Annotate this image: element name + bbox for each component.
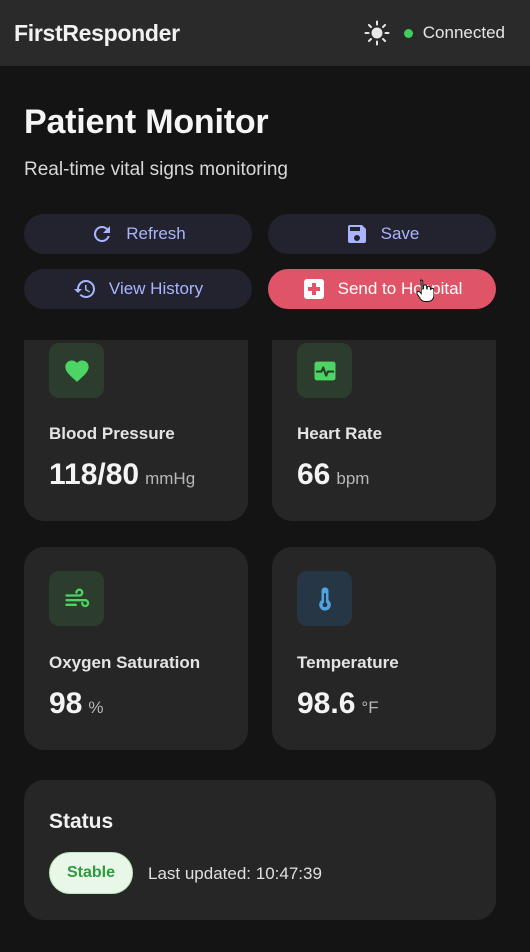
send-to-hospital-button[interactable]: Send to Hospital <box>268 269 496 309</box>
vital-label: Oxygen Saturation <box>49 653 201 672</box>
vital-card-temperature: Temperature 98.6 °F <box>272 547 496 750</box>
app-title: FirstResponder <box>14 19 180 46</box>
hand-cursor-icon <box>416 279 434 302</box>
vital-unit: % <box>88 698 104 717</box>
sun-icon[interactable] <box>364 20 390 46</box>
top-app-bar: FirstResponder Connected <box>0 0 530 66</box>
save-button[interactable]: Save <box>268 214 496 254</box>
page-title: Patient Monitor <box>24 103 269 141</box>
history-icon <box>73 280 95 298</box>
connection-status: Connected <box>364 20 505 46</box>
wind-icon <box>64 588 89 607</box>
view-history-button[interactable]: View History <box>24 269 252 309</box>
heart-rate-icon-box <box>297 343 352 398</box>
page-subtitle: Real-time vital signs monitoring <box>24 159 288 180</box>
connection-dot <box>403 28 413 38</box>
vital-card-oxygen-saturation: Oxygen Saturation 98 % <box>24 547 248 750</box>
vital-value: 118/80 <box>49 458 140 491</box>
vital-card-blood-pressure: Blood Pressure 118/80 mmHg <box>24 340 248 521</box>
blood-pressure-icon-box <box>49 343 104 398</box>
refresh-icon <box>94 225 111 242</box>
last-updated-text: Last updated: 10:47:39 <box>148 864 322 883</box>
view-history-label: View History <box>108 279 204 298</box>
refresh-button[interactable]: Refresh <box>24 214 252 254</box>
temperature-icon-box <box>297 571 352 626</box>
refresh-label: Refresh <box>126 224 186 243</box>
save-icon <box>347 225 366 243</box>
status-title: Status <box>49 810 114 833</box>
vital-value: 98.6 <box>297 687 356 720</box>
vital-value-group: 98 % <box>49 687 104 721</box>
vital-unit: bpm <box>336 469 370 488</box>
vital-unit: mmHg <box>145 469 196 488</box>
vital-value: 98 <box>49 687 83 720</box>
heart-icon <box>64 360 89 382</box>
vital-label: Blood Pressure <box>49 424 175 443</box>
oxygen-icon-box <box>49 571 104 626</box>
vital-label: Temperature <box>297 653 399 672</box>
vital-value-group: 118/80 mmHg <box>49 458 195 492</box>
vital-unit: °F <box>361 698 379 717</box>
vital-value-group: 98.6 °F <box>297 687 379 721</box>
thermometer-icon <box>318 586 331 611</box>
status-card: Status Stable Last updated: 10:47:39 <box>24 780 496 920</box>
connection-text: Connected <box>422 23 505 42</box>
plus-square-icon <box>303 279 324 299</box>
save-label: Save <box>380 224 420 243</box>
send-to-hospital-label: Send to Hospital <box>337 279 463 298</box>
pulse-monitor-icon <box>314 361 335 380</box>
vital-value-group: 66 bpm <box>297 458 369 492</box>
vital-label: Heart Rate <box>297 424 383 443</box>
status-badge: Stable <box>49 852 133 894</box>
vital-value: 66 <box>297 458 331 491</box>
vital-card-heart-rate: Heart Rate 66 bpm <box>272 340 496 521</box>
